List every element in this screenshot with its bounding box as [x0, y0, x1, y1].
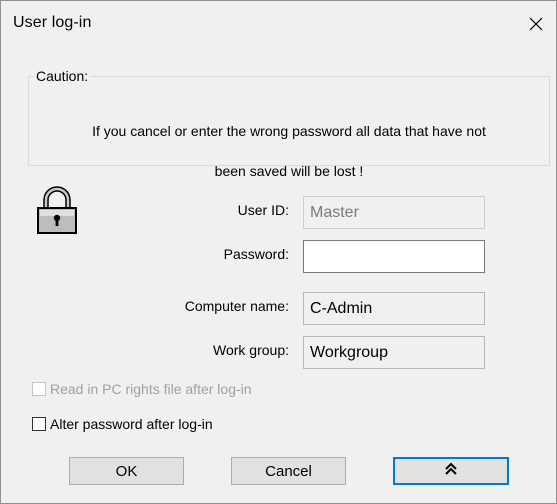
computer-name-field: C-Admin [303, 292, 485, 325]
user-id-label: User ID: [237, 202, 289, 218]
caution-legend: Caution: [34, 68, 91, 84]
password-input[interactable] [303, 240, 485, 273]
work-group-label: Work group: [213, 342, 289, 358]
password-label: Password: [223, 246, 289, 262]
caution-groupbox: Caution: If you cancel or enter the wron… [28, 68, 550, 179]
computer-name-label: Computer name: [184, 298, 289, 314]
read-rights-checkbox [32, 382, 46, 396]
ok-button[interactable]: OK [69, 457, 184, 485]
cancel-button[interactable]: Cancel [231, 457, 346, 485]
alter-password-option[interactable]: Alter password after log-in [32, 416, 213, 432]
lock-icon [35, 185, 79, 240]
caution-message-line-2: been saved will be lost ! [214, 163, 364, 179]
close-icon [528, 16, 544, 32]
alter-password-label[interactable]: Alter password after log-in [50, 416, 213, 432]
read-rights-label: Read in PC rights file after log-in [50, 381, 252, 397]
read-rights-option: Read in PC rights file after log-in [32, 381, 252, 397]
double-chevron-up-icon [444, 462, 458, 480]
expand-button[interactable] [393, 457, 509, 485]
caution-message-line-1: If you cancel or enter the wrong passwor… [92, 123, 486, 139]
window-title: User log-in [13, 14, 92, 31]
alter-password-checkbox[interactable] [32, 417, 46, 431]
caution-message: If you cancel or enter the wrong passwor… [29, 101, 549, 201]
title-bar[interactable]: User log-in [1, 1, 556, 46]
work-group-field: Workgroup [303, 336, 485, 369]
dialog-body: Caution: If you cancel or enter the wron… [1, 46, 556, 503]
user-id-field: Master [303, 196, 485, 229]
login-dialog: User log-in Caution: If you cancel or en… [0, 0, 557, 504]
close-button[interactable] [516, 1, 556, 46]
